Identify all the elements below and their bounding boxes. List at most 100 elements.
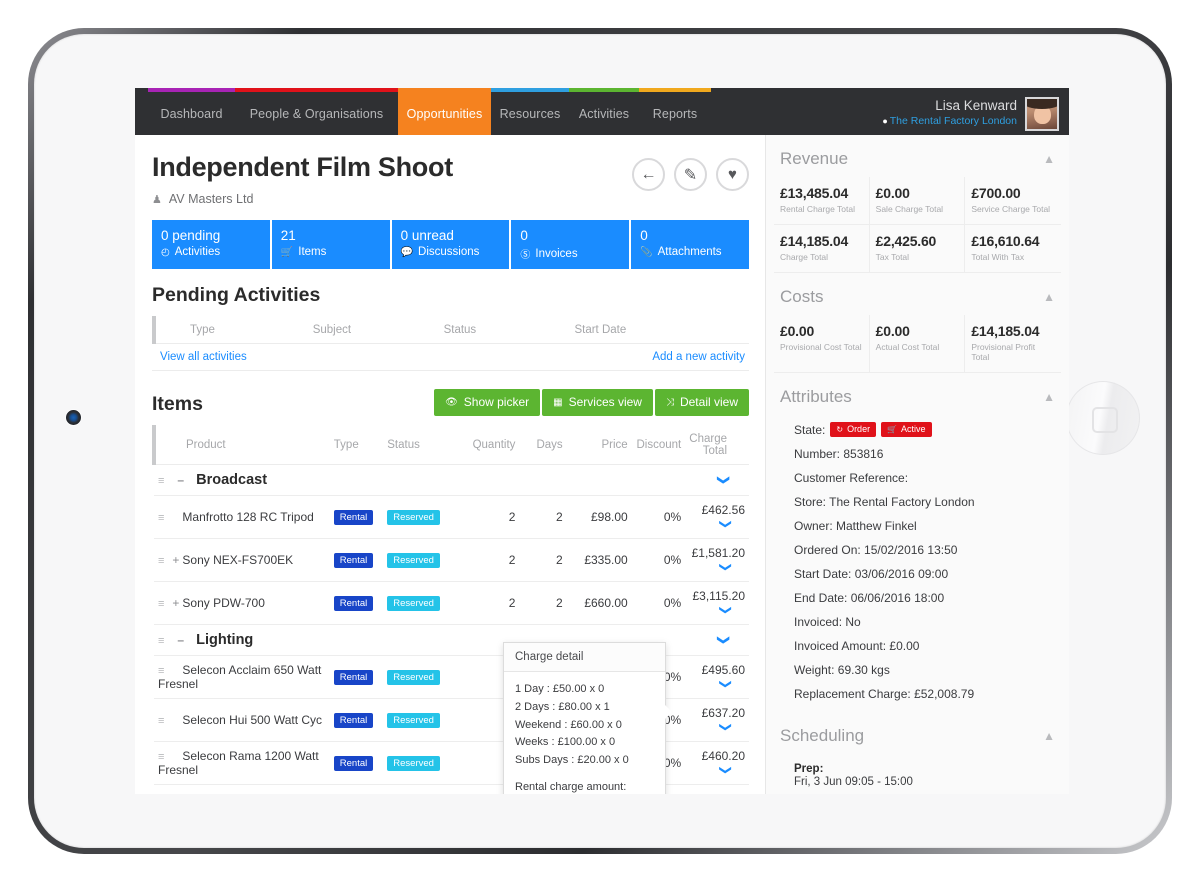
stat-tile-activities[interactable]: 0 pending ◴ Activities <box>152 220 270 270</box>
state-badge-active[interactable]: 🛒 Active <box>881 422 932 437</box>
favourite-button[interactable]: ♥ <box>716 158 749 191</box>
status-badge: Reserved <box>387 669 440 686</box>
nav-tab-people-organisations[interactable]: People & Organisations <box>235 92 398 135</box>
home-button[interactable] <box>1066 381 1140 455</box>
nav-tab-label: Activities <box>578 106 630 121</box>
button-services-view[interactable]: ▦ Services view <box>542 389 653 417</box>
kpi-label: Service Charge Total <box>971 204 1051 214</box>
user-store-label: The Rental Factory London <box>889 114 1017 127</box>
kpi-value: £16,610.64 <box>971 233 1040 249</box>
drag-handle-icon[interactable]: ≡ <box>158 512 165 524</box>
organisation-name[interactable]: AV Masters Ltd <box>169 192 254 206</box>
charge-total-value[interactable]: £462.56 <box>702 503 745 517</box>
charge-detail-tooltip: Charge detail 1 Day : £50.00 x 0 2 Days :… <box>503 642 672 794</box>
items-header: Items 👁 Show picker ▦ Services view ⤨ Detail … <box>152 389 749 417</box>
chevron-down-icon[interactable]: ❯ <box>717 635 731 645</box>
side-panel: Revenue ▲ £13,485.04 Rental Charge Total £… <box>765 135 1069 794</box>
nav-tab-label: Resources <box>499 106 561 121</box>
charge-total-value[interactable]: £1,581.20 <box>692 546 745 560</box>
chevron-up-icon[interactable]: ▲ <box>1043 152 1055 166</box>
nav-tab-reports[interactable]: Reports <box>639 92 711 135</box>
attribute-row: Replacement Charge: £52,008.79 <box>794 687 975 701</box>
table-row[interactable]: ≡ + Sony NEX-FS700EK Rental Reserved 2 2 £335.0… <box>154 538 749 583</box>
product-name: Sony NEX-FS700EK <box>182 553 294 568</box>
drag-handle-icon[interactable]: ≡ <box>158 715 165 727</box>
charge-total-value[interactable]: £637.20 <box>702 706 745 720</box>
drag-handle-icon[interactable]: ≡ <box>158 751 165 763</box>
drag-handle-icon[interactable]: ≡ <box>158 555 165 567</box>
charge-total-value[interactable]: £94.40 <box>708 792 745 794</box>
column-header-product: Product <box>152 425 330 466</box>
item-group-row[interactable]: ≡ – Broadcast ❯ <box>154 464 749 497</box>
table-row[interactable]: ≡ Manfrotto 128 RC Tripod Rental Reserved 2 2… <box>154 495 749 540</box>
stat-tile-attachments[interactable]: 0 📎 Attachments <box>631 220 749 270</box>
price-cell: £98.00 <box>566 495 632 540</box>
drag-handle-icon[interactable]: ≡ <box>158 635 165 647</box>
type-cell: Rental <box>329 538 384 583</box>
stat-tile-invoices[interactable]: 0 Ⓢ Invoices <box>511 220 630 270</box>
drag-handle-icon[interactable]: ≡ <box>158 598 165 610</box>
user-store[interactable]: ● The Rental Factory London <box>882 115 1017 128</box>
status-cell: Reserved <box>383 581 455 626</box>
back-button[interactable]: ← <box>632 158 665 191</box>
nav-tab-activities[interactable]: Activities <box>569 92 639 135</box>
chevron-up-icon[interactable]: ▲ <box>1043 729 1055 743</box>
nav-tab-opportunities[interactable]: Opportunities <box>398 92 491 135</box>
stat-value: 0 pending <box>161 228 221 243</box>
table-row[interactable]: ≡ + Sony PDW-700 Rental Reserved 2 2 £660.00 0% £… <box>154 581 749 626</box>
chevron-down-icon[interactable]: ❯ <box>719 679 733 689</box>
charge-total-value[interactable]: £495.60 <box>702 663 745 677</box>
drag-handle-icon[interactable]: ≡ <box>158 475 165 487</box>
chevron-down-icon[interactable]: ❯ <box>719 562 733 572</box>
button-show-picker[interactable]: 👁 Show picker <box>434 389 541 417</box>
collapse-toggle-icon[interactable]: – <box>177 633 188 647</box>
chevron-down-icon[interactable]: ❯ <box>719 765 733 775</box>
collapse-toggle-icon[interactable]: – <box>177 473 188 487</box>
avatar[interactable] <box>1025 96 1059 131</box>
chevron-up-icon[interactable]: ▲ <box>1043 390 1055 404</box>
product-name: Selecon Hui 500 Watt Cyc <box>182 713 323 728</box>
expand-toggle-icon[interactable]: + <box>172 553 182 567</box>
chevron-down-icon[interactable]: ❯ <box>717 475 731 485</box>
product-cell: ≡ Selecon Acclaim 650 Watt Fresnel <box>154 655 330 700</box>
stat-label-text: Activities <box>174 246 221 259</box>
stat-tile-items[interactable]: 21 🛒 Items <box>271 220 390 270</box>
shuffle-icon: ⤨ <box>665 396 674 408</box>
add-new-activity-link[interactable]: Add a new activity <box>652 351 745 363</box>
chevron-down-icon[interactable]: ❯ <box>719 722 733 732</box>
chevron-down-icon[interactable]: ❯ <box>719 605 733 615</box>
charge-detail-line: Weekend : £60.00 x 0 <box>515 718 622 731</box>
table-header-row: Type Subject Status Start Date <box>152 316 749 345</box>
charge-total-value[interactable]: £3,115.20 <box>693 589 746 603</box>
kpi-label: Provisional Cost Total <box>780 342 862 352</box>
chevron-up-icon[interactable]: ▲ <box>1043 290 1055 304</box>
attributes-panel-header: Attributes ▲ <box>766 373 1069 415</box>
column-header-price: Price <box>566 425 632 466</box>
button-label: Services view <box>568 395 642 410</box>
user-menu[interactable]: Lisa Kenward ● The Rental Factory London <box>882 92 1069 135</box>
edit-button[interactable]: ✎ <box>674 158 707 191</box>
product-cell: ≡ Selecon Rama 1200 Watt Fresnel <box>154 741 330 786</box>
nav-tab-dashboard[interactable]: Dashboard <box>148 92 235 135</box>
top-navigation: Dashboard People & Organisations Opportuni… <box>135 92 1069 135</box>
quantity-cell: 2 <box>454 581 520 626</box>
scheduling-title: Scheduling <box>780 726 865 745</box>
state-badge-order[interactable]: ↻ Order <box>830 422 877 437</box>
nav-tab-label: Dashboard <box>160 106 223 121</box>
attribute-row: Invoiced Amount: £0.00 <box>794 639 920 653</box>
expand-toggle-icon[interactable]: + <box>172 596 182 610</box>
nav-tab-resources[interactable]: Resources <box>491 92 569 135</box>
organisation-line: ♟ AV Masters Ltd <box>152 192 749 206</box>
button-detail-view[interactable]: ⤨ Detail view <box>654 389 749 417</box>
stat-tile-discussions[interactable]: 0 unread 💬 Discussions <box>391 220 510 270</box>
chevron-down-icon[interactable]: ❯ <box>719 519 733 529</box>
kpi-value: £0.00 <box>875 323 910 339</box>
nav-tab-label: Opportunities <box>406 106 483 121</box>
charge-total-value[interactable]: £460.20 <box>702 749 745 763</box>
kpi-label: Rental Charge Total <box>780 204 855 214</box>
attribute-row: Start Date: 03/06/2016 09:00 <box>794 567 949 581</box>
view-all-activities-link[interactable]: View all activities <box>160 351 247 363</box>
discount-cell: 0% <box>631 538 686 583</box>
drag-handle-icon[interactable]: ≡ <box>158 665 165 677</box>
attribute-row: Weight: 69.30 kgs <box>794 663 890 677</box>
